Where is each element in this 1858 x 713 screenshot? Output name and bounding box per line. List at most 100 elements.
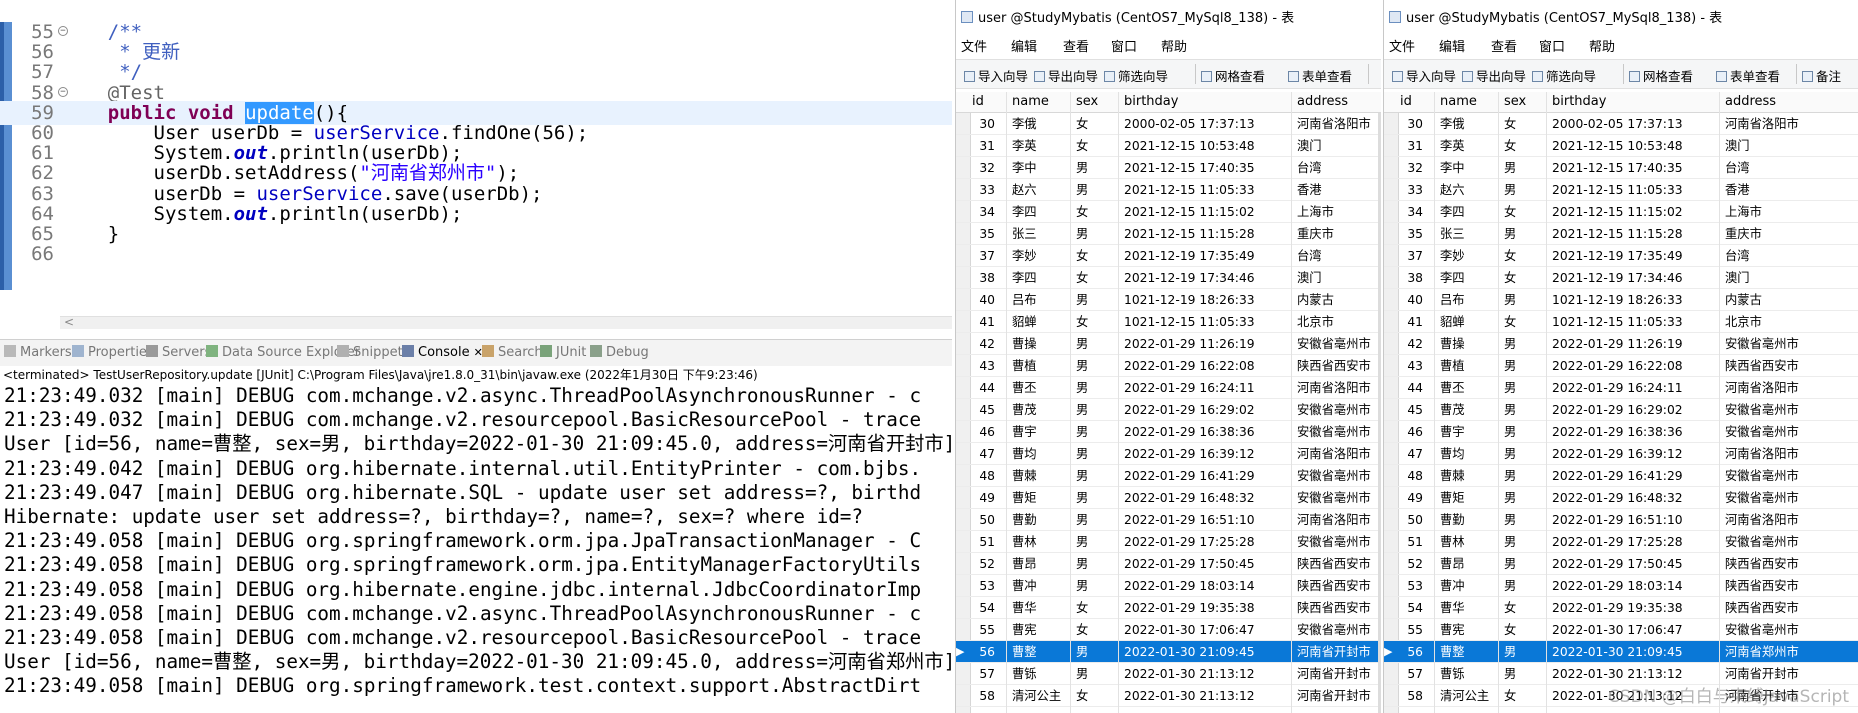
cell-address[interactable]: 台湾 [1297, 157, 1322, 179]
cell-id[interactable]: 58 [968, 685, 995, 707]
table-row[interactable]: 33 赵六 男 2021-12-15 11:05:33 香港 [956, 179, 1381, 201]
cell-id[interactable]: 45 [968, 399, 995, 421]
cell-birthday[interactable]: 2022-01-30 21:09:45 [1552, 641, 1683, 663]
cell-sex[interactable]: 女 [1504, 113, 1516, 135]
cell-birthday[interactable]: 1021-12-19 18:26:33 [1124, 289, 1255, 311]
cell-id[interactable]: 38 [1396, 267, 1423, 289]
cell-address[interactable]: 河南省郑州市 [1725, 641, 1799, 663]
cell-sex[interactable]: 男 [1504, 157, 1516, 179]
cell-address[interactable]: 安徽省亳州市 [1725, 487, 1799, 509]
table-row[interactable]: 35 张三 男 2021-12-15 11:15:28 重庆市 [1384, 223, 1858, 245]
table-row[interactable]: 49 曹矩 男 2022-01-29 16:48:32 安徽省亳州市 [956, 487, 1381, 509]
cell-address[interactable]: 安徽省亳州市 [1725, 421, 1799, 443]
table-row[interactable]: 58 清河公主女 2022-01-30 21:13:12 河南省开封市 [956, 685, 1381, 707]
cell-id[interactable]: 38 [968, 267, 995, 289]
table-row[interactable]: 46 曹宇 男 2022-01-29 16:38:36 安徽省亳州市 [1384, 421, 1858, 443]
table-row[interactable]: 48 曹棘 男 2022-01-29 16:41:29 安徽省亳州市 [1384, 465, 1858, 487]
cell-name[interactable]: 李中 [1440, 157, 1465, 179]
toolbar-button[interactable]: 网格查看 [1629, 66, 1693, 85]
cell-sex[interactable]: 女 [1504, 245, 1516, 267]
cell-name[interactable]: 曹冲 [1012, 575, 1037, 597]
cell-id[interactable]: 40 [968, 289, 995, 311]
horizontal-scrollbar[interactable]: < [60, 315, 952, 329]
cell-address[interactable]: 台湾 [1297, 245, 1322, 267]
cell-name[interactable]: 曹矩 [1440, 487, 1465, 509]
cell-sex[interactable]: 男 [1504, 399, 1516, 421]
cell-birthday[interactable]: 2022-01-29 11:26:19 [1552, 333, 1683, 355]
cell-birthday[interactable]: 2022-01-29 17:50:45 [1552, 553, 1683, 575]
column-header-name[interactable]: name [1440, 92, 1477, 112]
cell-address[interactable]: 上海市 [1725, 201, 1762, 223]
cell-id[interactable]: 58 [1396, 685, 1423, 707]
table-row[interactable]: 38 李四 女 2021-12-19 17:34:46 澳门 [1384, 267, 1858, 289]
cell-sex[interactable]: 男 [1076, 223, 1088, 245]
cell-id[interactable]: 41 [1396, 311, 1423, 333]
cell-id[interactable]: 43 [1396, 355, 1423, 377]
scroll-left-icon[interactable]: < [64, 315, 74, 329]
cell-name[interactable]: 曹操 [1012, 333, 1037, 355]
cell-address[interactable]: 陕西省西安市 [1297, 597, 1371, 619]
tab-debug[interactable]: Debug [590, 345, 649, 360]
tab-search[interactable]: Search [482, 345, 543, 360]
cell-name[interactable]: 曹植 [1012, 355, 1037, 377]
cell-sex[interactable]: 男 [1076, 355, 1088, 377]
cell-sex[interactable]: 女 [1076, 201, 1088, 223]
cell-id[interactable]: 47 [1396, 443, 1423, 465]
menu-item[interactable]: 查看 [1063, 36, 1089, 55]
cell-name[interactable]: 曹操 [1440, 333, 1465, 355]
cell-birthday[interactable]: 2022-01-29 19:35:38 [1124, 597, 1255, 619]
column-header-address[interactable]: address [1725, 92, 1776, 112]
cell-id[interactable]: 31 [968, 135, 995, 157]
menu-item[interactable]: 编辑 [1439, 36, 1465, 55]
cell-sex[interactable]: 男 [1076, 509, 1088, 531]
cell-sex[interactable]: 女 [1076, 245, 1088, 267]
cell-sex[interactable]: 女 [1504, 201, 1516, 223]
cell-birthday[interactable]: 2021-12-19 17:34:46 [1124, 267, 1255, 289]
cell-name[interactable]: 李英 [1012, 135, 1037, 157]
table-row[interactable]: 53 曹冲 男 2022-01-29 18:03:14 陕西省西安市 [1384, 575, 1858, 597]
cell-name[interactable]: 曹昂 [1012, 553, 1037, 575]
cell-name[interactable]: 曹勤 [1440, 509, 1465, 531]
cell-birthday[interactable]: 2022-01-29 17:25:28 [1552, 531, 1683, 553]
cell-id[interactable]: 30 [968, 113, 995, 135]
cell-birthday[interactable]: 2021-12-15 11:15:28 [1552, 223, 1683, 245]
cell-address[interactable]: 安徽省亳州市 [1297, 487, 1371, 509]
cell-id[interactable]: 54 [1396, 597, 1423, 619]
cell-address[interactable]: 台湾 [1725, 245, 1750, 267]
toolbar-button[interactable]: 筛选向导 [1104, 66, 1168, 85]
cell-address[interactable]: 河南省开封市 [1297, 641, 1371, 663]
tab-snippets[interactable]: Snippets [337, 345, 409, 360]
table-row[interactable]: 48 曹棘 男 2022-01-29 16:41:29 安徽省亳州市 [956, 465, 1381, 487]
cell-address[interactable]: 安徽省亳州市 [1725, 465, 1799, 487]
cell-name[interactable]: 李俄 [1012, 113, 1037, 135]
cell-address[interactable]: 陕西省西安市 [1725, 575, 1799, 597]
toolbar-button[interactable]: 表单查看 [1716, 66, 1780, 85]
table-row[interactable]: 44 曹丕 男 2022-01-29 16:24:11 河南省洛阳市 [1384, 377, 1858, 399]
table-row[interactable]: 44 曹丕 男 2022-01-29 16:24:11 河南省洛阳市 [956, 377, 1381, 399]
cell-address[interactable]: 陕西省西安市 [1725, 355, 1799, 377]
cell-name[interactable]: 李妙 [1012, 245, 1037, 267]
cell-id[interactable]: 50 [968, 509, 995, 531]
cell-birthday[interactable]: 2021-12-15 10:53:48 [1124, 135, 1255, 157]
cell-name[interactable]: 李中 [1012, 157, 1037, 179]
table-row[interactable]: 54 曹华 女 2022-01-29 19:35:38 陕西省西安市 [1384, 597, 1858, 619]
cell-birthday[interactable]: 1021-12-15 11:05:33 [1552, 311, 1683, 333]
menu-item[interactable]: 帮助 [1161, 36, 1187, 55]
cell-sex[interactable]: 男 [1504, 179, 1516, 201]
cell-id[interactable]: 46 [1396, 421, 1423, 443]
toolbar-button[interactable]: 导入向导 [1392, 66, 1456, 85]
cell-birthday[interactable]: 2022-01-29 17:50:45 [1124, 553, 1255, 575]
cell-birthday[interactable]: 2022-01-29 16:22:08 [1552, 355, 1683, 377]
cell-id[interactable]: 40 [1396, 289, 1423, 311]
cell-sex[interactable]: 男 [1076, 641, 1088, 663]
cell-birthday[interactable]: 2022-01-29 16:39:12 [1552, 443, 1683, 465]
code-editor[interactable]: 55− /** 56 * 更新 57 */58− @Test 59 public vo… [0, 0, 952, 330]
cell-id[interactable]: 32 [1396, 157, 1423, 179]
table-row[interactable]: 32 李中 男 2021-12-15 17:40:35 台湾 [1384, 157, 1858, 179]
cell-id[interactable]: 49 [968, 487, 995, 509]
cell-name[interactable]: 曹茂 [1012, 399, 1037, 421]
cell-name[interactable]: 曹冲 [1440, 575, 1465, 597]
table-row[interactable]: 42 曹操 男 2022-01-29 11:26:19 安徽省亳州市 [1384, 333, 1858, 355]
cell-id[interactable]: 42 [1396, 333, 1423, 355]
cell-sex[interactable]: 男 [1076, 487, 1088, 509]
